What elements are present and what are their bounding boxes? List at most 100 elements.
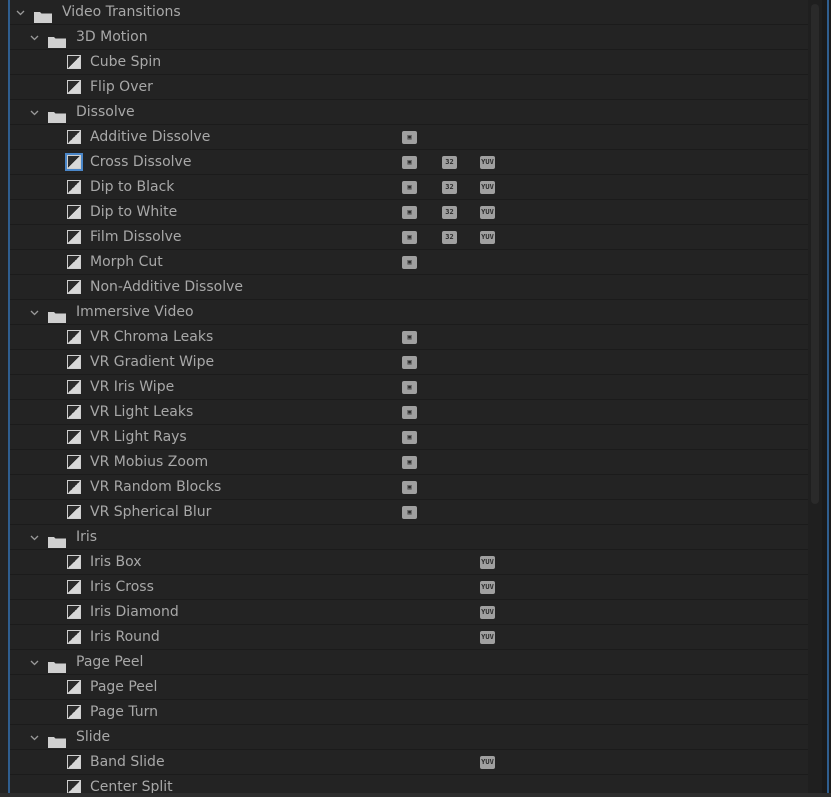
- transition-icon: [67, 480, 81, 494]
- chevron-down-icon[interactable]: [28, 650, 40, 675]
- folder-icon: [48, 107, 66, 123]
- yuv-icon: YUV: [480, 231, 495, 244]
- gpu-accelerated-icon: ▣: [402, 431, 417, 444]
- tree-item-label: Iris Round: [90, 629, 160, 645]
- tree-folder-iris[interactable]: Iris: [10, 525, 808, 550]
- tree-item-label: Flip Over: [90, 79, 153, 95]
- tree-item-label: VR Light Rays: [90, 429, 187, 445]
- tree-item-vr-mobius-zoom[interactable]: VR Mobius Zoom ▣: [10, 450, 808, 475]
- transition-icon: [67, 455, 81, 469]
- tree-folder-label: Dissolve: [76, 104, 135, 120]
- yuv-icon: YUV: [480, 581, 495, 594]
- folder-icon: [48, 307, 66, 323]
- tree-folder-video-transitions[interactable]: Video Transitions: [10, 0, 808, 25]
- tree-item-additive-dissolve[interactable]: Additive Dissolve ▣: [10, 125, 808, 150]
- tree-item-iris-diamond[interactable]: Iris Diamond YUV: [10, 600, 808, 625]
- tree-item-label: Iris Diamond: [90, 604, 179, 620]
- tree-item-label: VR Light Leaks: [90, 404, 194, 420]
- tree-item-label: VR Mobius Zoom: [90, 454, 209, 470]
- folder-icon: [48, 732, 66, 748]
- gpu-accelerated-icon: ▣: [402, 481, 417, 494]
- 32-bit-icon: 32: [442, 156, 457, 169]
- chevron-down-icon[interactable]: [28, 525, 40, 550]
- transition-icon: [67, 205, 81, 219]
- tree-item-non-additive-dissolve[interactable]: Non-Additive Dissolve: [10, 275, 808, 300]
- tree-item-label: VR Gradient Wipe: [90, 354, 215, 370]
- yuv-icon: YUV: [480, 181, 495, 194]
- transition-icon: [67, 755, 81, 769]
- tree-item-vr-light-leaks[interactable]: VR Light Leaks ▣: [10, 400, 808, 425]
- gpu-accelerated-icon: ▣: [402, 331, 417, 344]
- tree-folder-label: Video Transitions: [62, 4, 181, 20]
- panel-right-border: [827, 0, 829, 797]
- tree-folder-label: 3D Motion: [76, 29, 148, 45]
- tree-item-dip-to-white[interactable]: Dip to White ▣ 32 YUV: [10, 200, 808, 225]
- tree-item-cross-dissolve[interactable]: Cross Dissolve ▣ 32 YUV: [10, 150, 808, 175]
- tree-item-iris-box[interactable]: Iris Box YUV: [10, 550, 808, 575]
- tree-item-label: VR Chroma Leaks: [90, 329, 214, 345]
- tree-item-vr-gradient-wipe[interactable]: VR Gradient Wipe ▣: [10, 350, 808, 375]
- tree-item-label: Film Dissolve: [90, 229, 182, 245]
- transition-icon: [67, 430, 81, 444]
- tree-item-label: VR Iris Wipe: [90, 379, 175, 395]
- yuv-icon: YUV: [480, 556, 495, 569]
- gpu-accelerated-icon: ▣: [402, 456, 417, 469]
- tree-item-vr-iris-wipe[interactable]: VR Iris Wipe ▣: [10, 375, 808, 400]
- chevron-down-icon[interactable]: [28, 25, 40, 50]
- tree-item-label: VR Random Blocks: [90, 479, 222, 495]
- tree-item-flip-over[interactable]: Flip Over: [10, 75, 808, 100]
- folder-icon: [34, 7, 52, 23]
- tree-item-label: Iris Box: [90, 554, 142, 570]
- transition-icon: [67, 180, 81, 194]
- tree-folder-label: Immersive Video: [76, 304, 194, 320]
- tree-item-film-dissolve[interactable]: Film Dissolve ▣ 32 YUV: [10, 225, 808, 250]
- chevron-down-icon[interactable]: [28, 300, 40, 325]
- chevron-down-icon[interactable]: [14, 0, 26, 25]
- chevron-down-icon[interactable]: [28, 725, 40, 750]
- gpu-accelerated-icon: ▣: [402, 131, 417, 144]
- transition-icon: [67, 780, 81, 794]
- transition-icon: [67, 130, 81, 144]
- gpu-accelerated-icon: ▣: [402, 356, 417, 369]
- tree-item-dip-to-black[interactable]: Dip to Black ▣ 32 YUV: [10, 175, 808, 200]
- transition-icon: [67, 255, 81, 269]
- tree-item-band-slide[interactable]: Band Slide YUV: [10, 750, 808, 775]
- 32-bit-icon: 32: [442, 181, 457, 194]
- yuv-icon: YUV: [480, 756, 495, 769]
- tree-item-label: Dip to Black: [90, 179, 175, 195]
- folder-icon: [48, 32, 66, 48]
- gpu-accelerated-icon: ▣: [402, 156, 417, 169]
- transition-icon: [67, 55, 81, 69]
- tree-item-vr-chroma-leaks[interactable]: VR Chroma Leaks ▣: [10, 325, 808, 350]
- yuv-icon: YUV: [480, 631, 495, 644]
- tree-folder-slide[interactable]: Slide: [10, 725, 808, 750]
- gpu-accelerated-icon: ▣: [402, 256, 417, 269]
- transition-icon: [67, 380, 81, 394]
- tree-item-label: Cross Dissolve: [90, 154, 192, 170]
- tree-item-label: Band Slide: [90, 754, 165, 770]
- tree-item-label: Morph Cut: [90, 254, 163, 270]
- folder-icon: [48, 532, 66, 548]
- chevron-down-icon[interactable]: [28, 100, 40, 125]
- tree-item-vr-spherical-blur[interactable]: VR Spherical Blur ▣: [10, 500, 808, 525]
- tree-item-cube-spin[interactable]: Cube Spin: [10, 50, 808, 75]
- tree-folder-label: Page Peel: [76, 654, 144, 670]
- tree-folder-dissolve[interactable]: Dissolve: [10, 100, 808, 125]
- tree-item-vr-random-blocks[interactable]: VR Random Blocks ▣: [10, 475, 808, 500]
- transition-icon: [67, 680, 81, 694]
- tree-folder-3d-motion[interactable]: 3D Motion: [10, 25, 808, 50]
- tree-item-iris-round[interactable]: Iris Round YUV: [10, 625, 808, 650]
- tree-item-page-turn[interactable]: Page Turn: [10, 700, 808, 725]
- tree-item-label: Page Peel: [90, 679, 158, 695]
- gpu-accelerated-icon: ▣: [402, 381, 417, 394]
- tree-item-iris-cross[interactable]: Iris Cross YUV: [10, 575, 808, 600]
- tree-folder-immersive-video[interactable]: Immersive Video: [10, 300, 808, 325]
- gpu-accelerated-icon: ▣: [402, 181, 417, 194]
- tree-item-vr-light-rays[interactable]: VR Light Rays ▣: [10, 425, 808, 450]
- scrollbar-thumb[interactable]: [811, 4, 819, 504]
- transition-icon: [67, 505, 81, 519]
- tree-folder-page-peel[interactable]: Page Peel: [10, 650, 808, 675]
- tree-item-page-peel[interactable]: Page Peel: [10, 675, 808, 700]
- tree-item-label: Page Turn: [90, 704, 159, 720]
- tree-item-morph-cut[interactable]: Morph Cut ▣: [10, 250, 808, 275]
